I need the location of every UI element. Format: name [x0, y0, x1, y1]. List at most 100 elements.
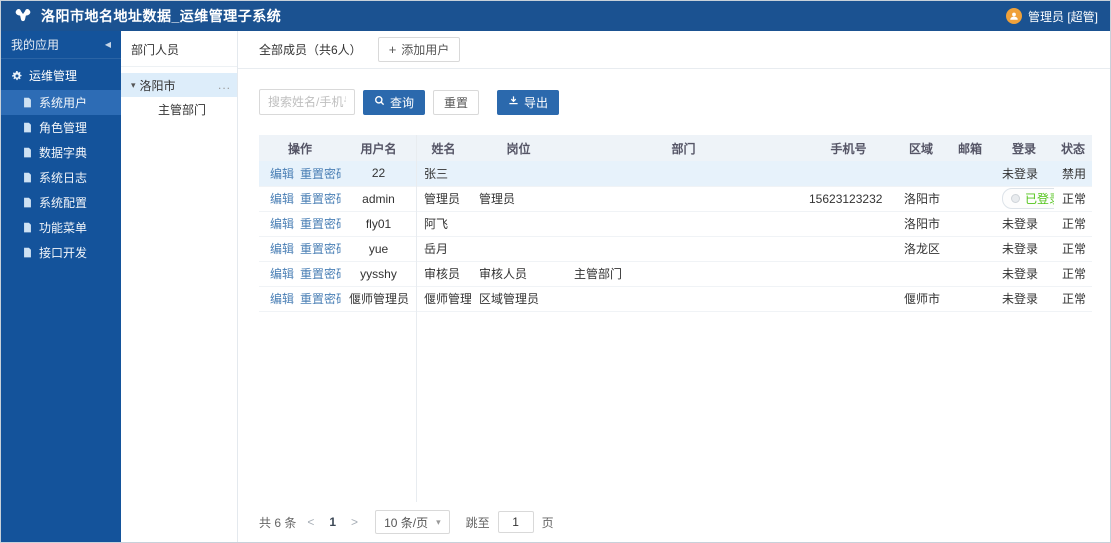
- cell-email: [946, 236, 994, 262]
- cell-login: 未登录: [994, 161, 1054, 187]
- edit-link[interactable]: 编辑: [270, 292, 294, 306]
- search-input[interactable]: [259, 89, 355, 115]
- edit-link[interactable]: 编辑: [270, 267, 294, 281]
- file-icon: [22, 172, 33, 183]
- login-badge: 未登录: [1002, 290, 1038, 307]
- app-logo-icon: [13, 7, 33, 25]
- sidebar-item[interactable]: 功能菜单: [1, 215, 121, 240]
- reset-password-link[interactable]: 重置密码: [300, 267, 341, 281]
- sidebar-item[interactable]: 系统日志: [1, 165, 121, 190]
- login-text: 未登录: [1002, 166, 1039, 181]
- sidebar-item[interactable]: 系统配置: [1, 190, 121, 215]
- edit-link[interactable]: 编辑: [270, 242, 294, 256]
- cell-status: 正常: [1054, 211, 1092, 237]
- sidebar-item[interactable]: 角色管理: [1, 115, 121, 140]
- next-page-button[interactable]: >: [348, 515, 361, 529]
- cell-name: 岳月: [416, 236, 471, 262]
- query-button[interactable]: 查询: [363, 89, 426, 115]
- page-size-select[interactable]: 10 条/页 ▾: [375, 510, 450, 534]
- sidebar-item[interactable]: 数据字典: [1, 140, 121, 165]
- cell-email: [946, 186, 994, 212]
- cell-region: [896, 161, 946, 187]
- column-header: 手机号: [801, 135, 896, 161]
- sidebar-menu: 系统用户角色管理数据字典系统日志系统配置功能菜单 接口开发: [1, 90, 121, 265]
- column-header: 登录: [994, 135, 1054, 161]
- login-badge: 已登录: [1002, 188, 1054, 209]
- sidebar-item-label: 系统日志: [39, 171, 88, 185]
- reset-password-link[interactable]: 重置密码: [300, 242, 341, 256]
- table-row: 编辑重置密码删除 22 张三 未登录 禁用: [259, 161, 1092, 187]
- reset-password-link[interactable]: 重置密码: [300, 292, 341, 306]
- column-header: 用户名: [341, 135, 416, 161]
- sidebar-item[interactable]: 接口开发: [1, 240, 121, 265]
- caret-down-icon[interactable]: ▾: [131, 80, 136, 91]
- cell-dept: [566, 286, 801, 312]
- cell-name: 审核员: [416, 261, 471, 287]
- cell-username: 22: [341, 161, 416, 187]
- cell-name: 管理员: [416, 186, 471, 212]
- sidebar: 我的应用 ◀ 运维管理 系统用户 角色管理 数据字典 系统日志 系统配置 功能菜单 接口开发: [1, 31, 121, 542]
- tree-node-child[interactable]: 主管部门: [121, 97, 237, 121]
- collapse-sidebar-icon[interactable]: ◀: [105, 40, 111, 49]
- table-area: 操作用户名姓名岗位部门手机号区域邮箱登录状态 编辑重置密码删除 22 张三 未登…: [259, 135, 1092, 502]
- edit-link[interactable]: 编辑: [270, 192, 294, 206]
- page-size-value: 10 条/页: [384, 515, 429, 530]
- cell-login: 未登录: [994, 261, 1054, 287]
- login-text: 未登录: [1002, 242, 1039, 256]
- user-menu[interactable]: 管理员 [超管]: [1005, 8, 1098, 25]
- members-summary: 全部成员（共6人）: [259, 43, 362, 57]
- table-row: 编辑重置密码删除 yue 岳月 洛龙区 未登录 正常: [259, 236, 1092, 262]
- cell-post: [471, 161, 566, 187]
- toggle-dot-icon: [1011, 194, 1020, 203]
- login-text: 已登录: [1025, 192, 1054, 206]
- sidebar-item[interactable]: 系统用户: [1, 90, 121, 115]
- edit-link[interactable]: 编辑: [270, 167, 294, 181]
- row-actions: 编辑重置密码删除: [259, 161, 341, 187]
- user-table: 操作用户名姓名岗位部门手机号区域邮箱登录状态 编辑重置密码删除 22 张三 未登…: [259, 135, 1092, 312]
- sidebar-item-label: 角色管理: [39, 121, 88, 135]
- edit-link[interactable]: 编辑: [270, 217, 294, 231]
- table-row: 编辑重置密码删除 yysshy 审核员 审核人员 主管部门 未登录 正常: [259, 261, 1092, 287]
- sidebar-group-label: 运维管理: [29, 69, 78, 83]
- prev-page-button[interactable]: <: [304, 515, 317, 529]
- cell-login: 未登录: [994, 211, 1054, 237]
- gear-icon: [11, 70, 23, 82]
- sidebar-item-label: 系统配置: [39, 196, 88, 210]
- sidebar-item-label: 数据字典: [39, 146, 88, 160]
- fixed-column-divider: [416, 135, 417, 502]
- cell-status: 正常: [1054, 236, 1092, 262]
- reset-password-link[interactable]: 重置密码: [300, 192, 341, 206]
- sidebar-group-ops[interactable]: 运维管理: [1, 59, 121, 90]
- cell-name: 张三: [416, 161, 471, 187]
- add-user-button[interactable]: + 添加用户: [377, 37, 461, 62]
- login-badge: 未登录: [1002, 215, 1038, 232]
- cell-username: yysshy: [341, 261, 416, 287]
- column-header: 操作: [259, 135, 341, 161]
- more-icon[interactable]: ...: [218, 78, 231, 92]
- file-icon: [22, 247, 33, 258]
- cell-dept: [566, 211, 801, 237]
- reset-password-link[interactable]: 重置密码: [300, 167, 341, 181]
- column-header: 姓名: [416, 135, 471, 161]
- cell-phone: [801, 261, 896, 287]
- cell-phone: [801, 161, 896, 187]
- cell-status: 正常: [1054, 286, 1092, 312]
- current-page[interactable]: 1: [325, 515, 340, 529]
- cell-post: [471, 211, 566, 237]
- members-toolbar: 全部成员（共6人） + 添加用户: [238, 31, 1110, 69]
- cell-region: 偃师市: [896, 286, 946, 312]
- app-window: 洛阳市地名地址数据_运维管理子系统 管理员 [超管] 我的应用 ◀ 运维管理 系…: [0, 0, 1111, 543]
- reset-password-link[interactable]: 重置密码: [300, 217, 341, 231]
- cell-login: 未登录: [994, 286, 1054, 312]
- tree-node-root[interactable]: ▾ 洛阳市 ...: [121, 73, 237, 97]
- cell-post: 区域管理员: [471, 286, 566, 312]
- cell-dept: 主管部门: [566, 261, 801, 287]
- jump-page-input[interactable]: [497, 511, 534, 533]
- reset-button[interactable]: 重置: [433, 89, 480, 115]
- column-header: 岗位: [471, 135, 566, 161]
- query-label: 查询: [390, 95, 415, 110]
- export-button[interactable]: 导出: [497, 89, 560, 115]
- column-header: 区域: [896, 135, 946, 161]
- cell-login: 未登录: [994, 236, 1054, 262]
- file-icon: [22, 197, 33, 208]
